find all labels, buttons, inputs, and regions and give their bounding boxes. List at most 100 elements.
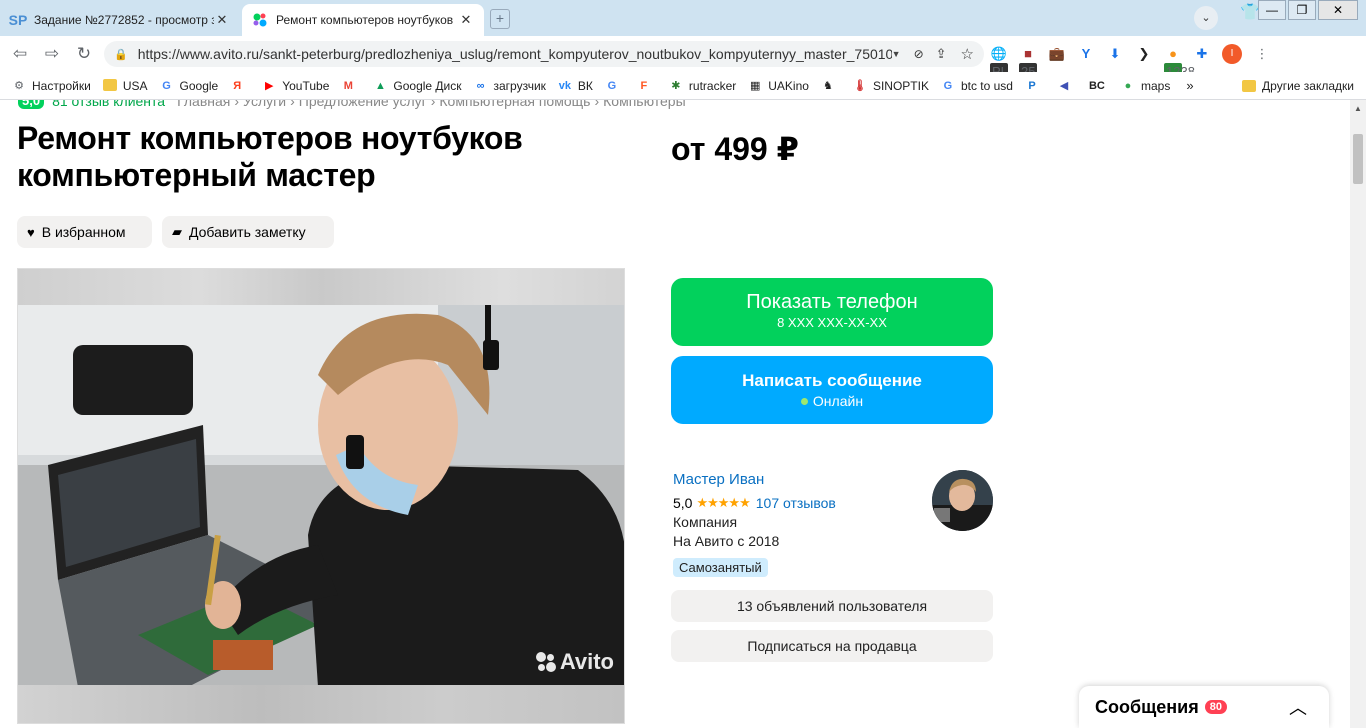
breadcrumb-item[interactable]: Главная xyxy=(177,100,230,109)
bookmark-item[interactable]: BC xyxy=(1089,79,1109,93)
seller-avatar[interactable] xyxy=(932,470,993,531)
extensions-area: 🌐PL ■25 💼 Y ⬇ ❯ ●1238 ✚ I ⋮ xyxy=(990,44,1271,81)
bookmark-item[interactable]: G Google xyxy=(160,78,219,93)
pl-extension-icon[interactable]: 🌐PL xyxy=(990,45,1008,81)
bookmark-item[interactable]: ▦ UAKino xyxy=(748,79,809,93)
bookmark-item[interactable]: vk ВК xyxy=(558,79,593,93)
phone-number-mask: 8 XXX XXX-XX-XX xyxy=(777,315,887,330)
bookmark-item[interactable]: 🌡 SINOPTIK xyxy=(853,79,929,93)
bookmark-item[interactable]: ✱ rutracker xyxy=(669,79,736,93)
bookmark-label: maps xyxy=(1140,78,1171,93)
bookmark-item[interactable]: P xyxy=(1025,79,1045,93)
tab-avito[interactable]: Ремонт компьютеров ноутбуков ✕ xyxy=(242,4,484,36)
breadcrumb-item[interactable]: Услуги xyxy=(243,100,286,109)
seller-type: Компания xyxy=(673,514,738,530)
messages-widget[interactable]: Сообщения 80 ︿ xyxy=(1079,686,1329,728)
bookmark-item[interactable]: G xyxy=(605,79,625,93)
favorite-label: В избранном xyxy=(41,224,126,240)
forward-icon[interactable]: ⇨ xyxy=(40,44,64,64)
avito-favicon-icon xyxy=(252,12,268,28)
profile-avatar[interactable]: I xyxy=(1222,44,1242,64)
scroll-up-icon[interactable]: ▲ xyxy=(1354,104,1362,113)
bookmark-item[interactable]: Gbtc to usd xyxy=(941,79,1013,93)
subscribe-seller-button[interactable]: Подписаться на продавца xyxy=(671,630,993,662)
price: от 499 ₽ xyxy=(671,131,799,167)
bookmark-item[interactable]: F xyxy=(637,79,657,93)
terminal-extension-icon[interactable]: ❯ xyxy=(1135,45,1153,63)
messages-count-badge: 80 xyxy=(1204,700,1227,714)
breadcrumb-item[interactable]: Предложение услуг xyxy=(299,100,427,109)
url-text[interactable]: https://www.avito.ru/sankt-peterburg/pre… xyxy=(138,46,892,62)
folder-icon xyxy=(1242,79,1257,92)
bookmark-item[interactable]: ▶ YouTube xyxy=(262,79,329,93)
bookmarks-overflow-icon[interactable]: » xyxy=(1186,78,1193,93)
show-phone-button[interactable]: Показать телефон 8 XXX XXX-XX-XX xyxy=(671,278,993,346)
bookmark-item[interactable]: ◀ xyxy=(1057,79,1077,93)
coin-extension-icon[interactable]: ●1238 xyxy=(1164,45,1195,81)
favorite-button[interactable]: ♥ В избранном xyxy=(17,216,152,248)
tab-search-dropdown-icon[interactable]: ⌄ xyxy=(1194,6,1218,30)
add-note-button[interactable]: ▰ Добавить заметку xyxy=(162,216,334,248)
new-tab-button[interactable]: + xyxy=(490,9,510,29)
counter-extension-icon[interactable]: ■25 xyxy=(1019,45,1037,81)
thermometer-icon: 🌡 xyxy=(852,79,867,92)
seller-name-link[interactable]: Мастер Иван xyxy=(673,471,764,488)
user-ads-button[interactable]: 13 объявлений пользователя xyxy=(671,590,993,622)
address-bar[interactable]: 🔒 https://www.avito.ru/sankt-peterburg/p… xyxy=(104,41,984,67)
bookmark-item[interactable]: Я xyxy=(230,79,250,93)
gallery-blur-top xyxy=(18,269,624,305)
scrollbar-thumb[interactable] xyxy=(1353,134,1363,184)
share-icon[interactable]: ⇪ xyxy=(936,46,947,62)
reload-icon[interactable]: ↻ xyxy=(72,44,96,64)
chevron-up-icon[interactable]: ︿ xyxy=(1289,694,1307,720)
y-extension-icon[interactable]: Y xyxy=(1077,45,1095,63)
menu-icon[interactable]: ⋮ xyxy=(1253,45,1271,63)
write-message-button[interactable]: Написать сообщение Онлайн xyxy=(671,356,993,424)
browser-toolbar: ⇦ ⇨ ↻ 🔒 https://www.avito.ru/sankt-peter… xyxy=(0,36,1366,81)
restore-icon[interactable]: ❐ xyxy=(1288,0,1316,20)
bookmark-item[interactable]: ∞ загрузчик xyxy=(474,79,546,93)
photo-gallery[interactable]: Avito xyxy=(17,268,625,724)
close-window-icon[interactable]: ✕ xyxy=(1318,0,1358,20)
star-bookmark-icon[interactable]: ☆ xyxy=(961,45,974,63)
tab-close-icon[interactable]: ✕ xyxy=(214,12,230,28)
seller-reviews-link[interactable]: 107 отзывов xyxy=(756,495,836,511)
uakino-icon: ▦ xyxy=(750,79,761,92)
download-extension-icon[interactable]: ⬇ xyxy=(1106,45,1124,63)
other-bookmarks[interactable]: Другие закладки xyxy=(1242,79,1354,93)
breadcrumb-item[interactable]: Компьютерная помощь xyxy=(439,100,590,109)
google-icon: G xyxy=(943,79,953,92)
gear-icon: ⚙ xyxy=(14,79,24,92)
bookmark-item[interactable]: ⚙ Настройки xyxy=(12,79,91,93)
bookmark-label: YouTube xyxy=(282,78,330,93)
url-dropdown-icon[interactable]: ▼ xyxy=(892,49,906,59)
listing-photo[interactable]: Avito xyxy=(18,305,624,687)
bookmark-item[interactable]: M xyxy=(341,79,361,93)
tab-task[interactable]: SP Задание №2772852 - просмотр з ✕ xyxy=(0,4,240,36)
bookmark-label: btc to usd xyxy=(960,78,1013,93)
bookmark-label: USA xyxy=(122,78,148,93)
bookmark-item[interactable]: USA xyxy=(102,78,148,93)
breadcrumb-item[interactable]: Компьютеры xyxy=(603,100,686,109)
seller-rating: 5,0 ★★★★★ 107 отзывов xyxy=(673,495,836,511)
gallery-blur-bottom xyxy=(18,685,624,723)
puzzle-extensions-icon[interactable]: ✚ xyxy=(1193,45,1211,63)
bookmark-item[interactable]: ▲ Google Диск xyxy=(373,79,462,93)
bookmark-label: Google xyxy=(179,78,219,93)
minimize-icon[interactable]: — xyxy=(1258,0,1286,20)
blocked-popup-icon[interactable]: ⊘ xyxy=(914,47,924,61)
briefcase-extension-icon[interactable]: 💼 xyxy=(1048,45,1066,63)
back-icon[interactable]: ⇦ xyxy=(8,44,32,64)
f-icon: F xyxy=(640,79,648,92)
loader-icon: ∞ xyxy=(476,79,485,92)
bookmark-item[interactable]: ● maps xyxy=(1121,78,1171,93)
breadcrumb-separator: › xyxy=(234,100,240,109)
reviews-link[interactable]: 81 отзыв клиента xyxy=(52,100,165,109)
tab-close-icon[interactable]: ✕ xyxy=(458,12,474,28)
bookmark-item[interactable]: ♞ xyxy=(821,79,841,93)
bc-icon: BC xyxy=(1088,79,1105,92)
page-scrollbar[interactable]: ▲ xyxy=(1350,100,1366,728)
lock-icon[interactable]: 🔒 xyxy=(114,48,128,61)
messages-label: Сообщения xyxy=(1095,696,1199,717)
rutracker-icon: ✱ xyxy=(671,79,681,92)
